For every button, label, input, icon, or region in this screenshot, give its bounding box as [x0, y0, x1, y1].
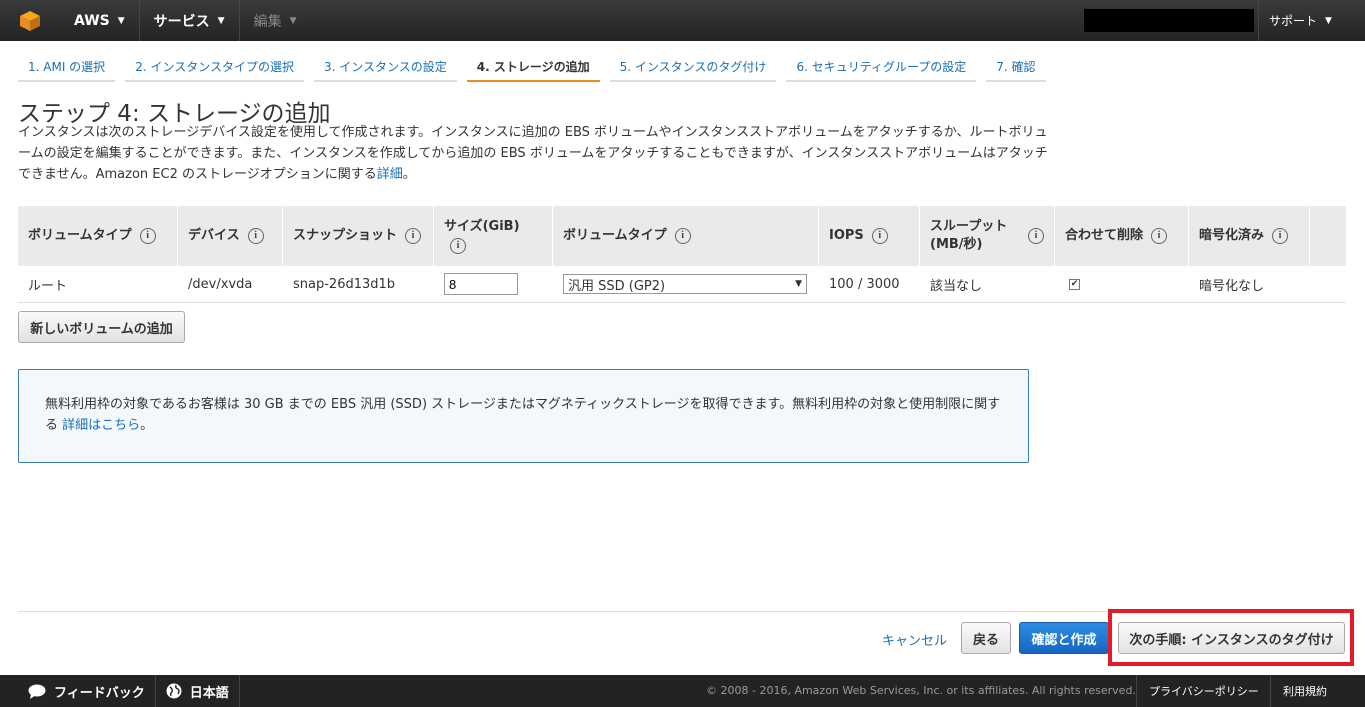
volume-type-value: 汎用 SSD (GP2) [568, 278, 666, 294]
col-label: IOPS [829, 228, 864, 243]
support-menu[interactable]: サポート ▼ [1258, 0, 1342, 41]
tab-instance-type[interactable]: 2. インスタンスタイプの選択 [125, 53, 304, 82]
col-delete: 合わせて削除 i [1055, 206, 1189, 266]
chevron-down-icon: ▼ [1325, 15, 1332, 26]
description-end: 。 [402, 167, 416, 182]
language-label: 日本語 [189, 685, 229, 701]
terms-link[interactable]: 利用規約 [1270, 675, 1339, 707]
tab-instance-config[interactable]: 3. インスタンスの設定 [313, 53, 457, 82]
cancel-link[interactable]: キャンセル [882, 630, 947, 649]
cell-volume-type: ルート [28, 278, 68, 294]
highlight-box [1108, 609, 1354, 666]
chevron-down-icon: ▼ [289, 15, 297, 26]
cell-iops: 100 / 3000 [829, 276, 900, 292]
volume-type-select[interactable]: 汎用 SSD (GP2) ▼ [563, 274, 807, 294]
col-iops: IOPS i [819, 206, 920, 266]
tab-security-group[interactable]: 6. セキュリティグループの設定 [786, 53, 977, 82]
info-icon[interactable]: i [674, 228, 691, 244]
col-label: ボリュームタイプ [563, 228, 667, 243]
chevron-down-icon: ▼ [117, 15, 125, 26]
table-row: ルート /dev/xvda snap-26d13d1b 汎用 SSD (GP2)… [18, 266, 1346, 303]
table-header: ボリュームタイプ i デバイス i スナップショット i サイズ(GiB) i … [18, 206, 1346, 266]
copyright-text: © 2008 - 2016, Amazon Web Services, Inc.… [706, 684, 1136, 697]
services-menu-label: サービス [153, 13, 210, 30]
info-icon[interactable]: i [871, 228, 888, 244]
add-volume-button[interactable]: 新しいボリュームの追加 [18, 311, 185, 343]
wizard-steps: 1. AMI の選択 2. インスタンスタイプの選択 3. インスタンスの設定 … [18, 53, 1056, 82]
col-label: デバイス [188, 228, 240, 243]
size-input[interactable] [444, 273, 518, 295]
speech-bubble-icon [28, 684, 46, 699]
chevron-down-icon: ▼ [795, 279, 802, 289]
col-label: サイズ(GiB) [444, 219, 520, 234]
info-icon[interactable]: i [247, 228, 264, 244]
tab-storage[interactable]: 4. ストレージの追加 [466, 53, 600, 82]
aws-menu[interactable]: AWS ▼ [60, 0, 140, 41]
storage-table: ボリュームタイプ i デバイス i スナップショット i サイズ(GiB) i … [18, 206, 1346, 303]
col-ebs-type: ボリュームタイプ i [553, 206, 819, 266]
cell-encrypted: 暗号化なし [1199, 278, 1265, 294]
notice-end: 。 [140, 418, 154, 433]
feedback-label: フィードバック [54, 685, 145, 701]
info-icon[interactable]: i [1028, 228, 1044, 244]
col-label: 暗号化済み [1199, 228, 1265, 243]
col-snapshot: スナップショット i [283, 206, 434, 266]
cell-snapshot: snap-26d13d1b [293, 276, 396, 292]
details-link[interactable]: 詳細 [377, 167, 403, 182]
delete-on-termination-checkbox[interactable]: ✔ [1069, 278, 1080, 290]
globe-icon [166, 683, 182, 699]
tab-review[interactable]: 7. 確認 [986, 53, 1046, 82]
col-label: ボリュームタイプ [28, 228, 132, 243]
language-button[interactable]: 日本語 [156, 675, 240, 707]
info-icon[interactable]: i [1151, 228, 1168, 244]
aws-menu-label: AWS [74, 12, 110, 29]
cell-size [434, 273, 553, 295]
info-icon[interactable]: i [450, 238, 466, 254]
col-label: スループット (MB/秒) [930, 219, 1008, 252]
col-label: 合わせて削除 [1065, 228, 1144, 243]
tab-tags[interactable]: 5. インスタンスのタグ付け [609, 53, 777, 82]
free-tier-notice: 無料利用枠の対象であるお客様は 30 GB までの EBS 汎用 (SSD) ス… [18, 369, 1029, 463]
page-description: インスタンスは次のストレージデバイス設定を使用して作成されます。インスタンスに追… [18, 122, 1048, 185]
edit-menu[interactable]: 編集 ▼ [240, 0, 311, 41]
info-icon[interactable]: i [1272, 228, 1289, 244]
review-and-launch-button[interactable]: 確認と作成 [1019, 622, 1109, 654]
aws-cube-icon[interactable] [0, 0, 60, 41]
col-device: デバイス i [178, 206, 283, 266]
description-text: インスタンスは次のストレージデバイス設定を使用して作成されます。インスタンスに追… [18, 125, 1048, 182]
col-throughput: スループット (MB/秒) i [920, 206, 1055, 266]
services-menu[interactable]: サービス ▼ [140, 0, 240, 41]
cell-ebs-type: 汎用 SSD (GP2) ▼ [553, 274, 819, 294]
back-button[interactable]: 戻る [961, 622, 1011, 654]
cell-throughput: 該当なし [930, 278, 983, 294]
cell-delete: ✔ [1055, 278, 1189, 290]
privacy-policy-link[interactable]: プライバシーポリシー [1136, 675, 1271, 707]
info-icon[interactable]: i [139, 228, 156, 244]
redacted-account-name [1084, 9, 1254, 32]
chevron-down-icon: ▼ [217, 15, 225, 26]
col-label: スナップショット [293, 228, 398, 243]
feedback-button[interactable]: フィードバック [0, 675, 156, 707]
info-icon[interactable]: i [405, 228, 422, 244]
notice-text: 無料利用枠の対象であるお客様は 30 GB までの EBS 汎用 (SSD) ス… [45, 397, 1001, 433]
cell-device: /dev/xvda [188, 276, 253, 292]
col-volume-type: ボリュームタイプ i [18, 206, 178, 266]
notice-details-link[interactable]: 詳細はこちら [62, 418, 140, 433]
col-size: サイズ(GiB) i [434, 206, 553, 266]
edit-menu-label: 編集 [253, 13, 282, 30]
support-menu-label: サポート [1269, 14, 1318, 28]
tab-ami[interactable]: 1. AMI の選択 [18, 53, 116, 82]
col-encrypted: 暗号化済み i [1189, 206, 1310, 266]
